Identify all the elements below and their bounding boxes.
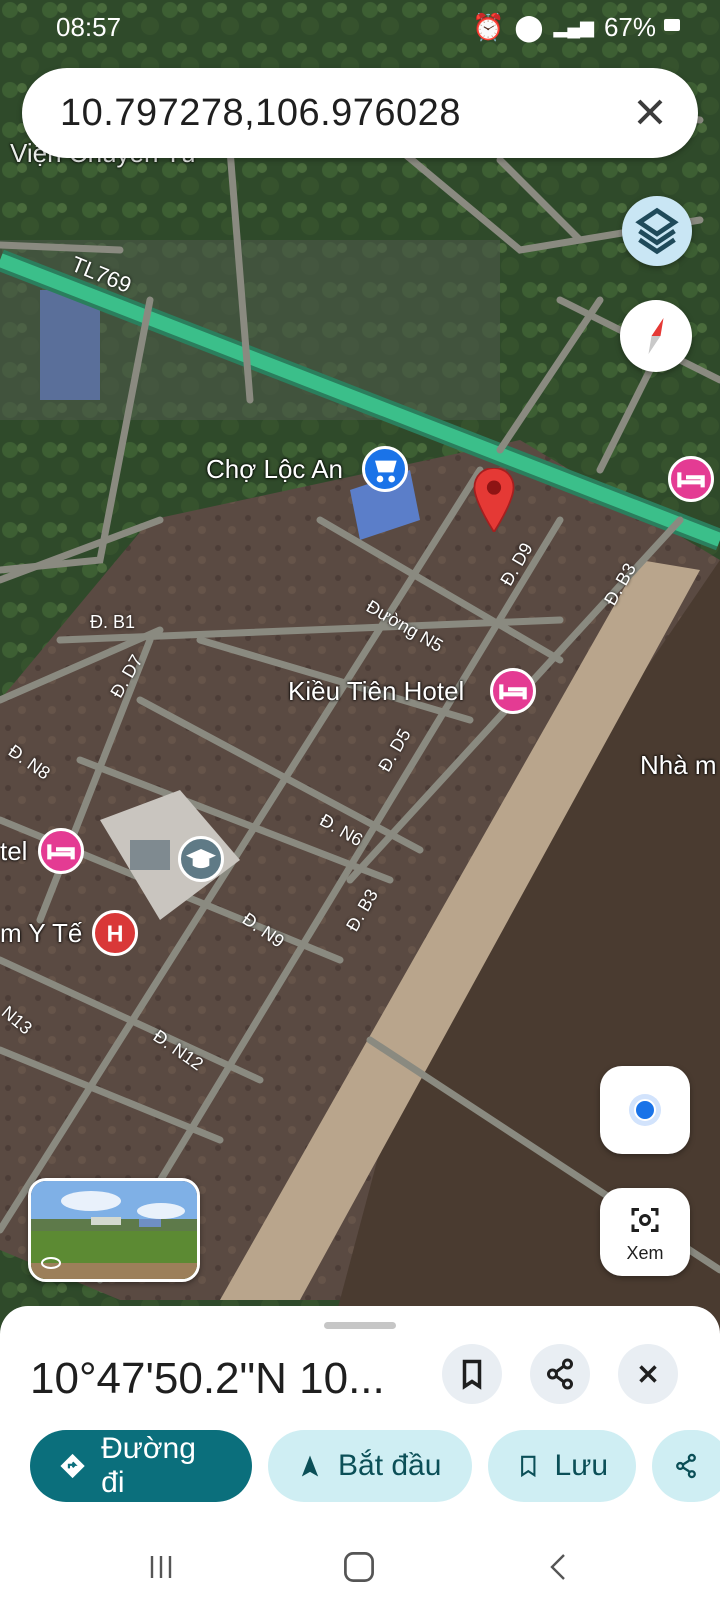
compass-button[interactable] [620,300,692,372]
street-view-thumbnail[interactable] [28,1178,200,1282]
place-label-health[interactable]: m Y Tế [0,918,82,949]
status-bar: 08:57 ⏰ ⬤ ▂▄▆ 67% [0,0,720,52]
start-button[interactable]: Bắt đầu [268,1430,472,1502]
lens-button[interactable]: Xem [600,1188,690,1276]
close-icon[interactable] [628,90,672,134]
share-icon-button[interactable] [530,1344,590,1404]
navigation-icon [301,1455,319,1477]
share-icon [547,1358,573,1390]
sheet-drag-handle[interactable] [324,1322,396,1329]
compass-icon [648,318,664,354]
place-label-hotel-west[interactable]: tel [0,836,27,867]
hospital-icon[interactable]: H [92,910,138,956]
system-navigation-bar [0,1536,720,1600]
save-button[interactable]: Lưu [488,1430,636,1502]
directions-icon [60,1453,85,1479]
lens-icon [631,1208,659,1232]
svg-text:H: H [107,920,124,946]
search-query[interactable]: 10.797278,106.976028 [60,92,461,135]
layers-icon [635,207,679,255]
bookmark-icon [462,1359,482,1390]
close-icon [639,1365,657,1383]
layers-button[interactable] [622,196,692,266]
place-label-market[interactable]: Chợ Lộc An [206,454,343,485]
bookmark-icon [521,1455,536,1478]
coordinates-title: 10°47'50.2"N 10... [30,1354,385,1403]
lens-label: Xem [626,1243,664,1263]
home-icon[interactable] [342,1550,376,1584]
my-location-icon [629,1094,661,1126]
shopping-cart-icon[interactable] [362,446,408,492]
location-status-icon: ⬤ [514,12,544,42]
close-sheet-button[interactable] [618,1344,678,1404]
location-pin-marker[interactable] [472,467,516,534]
save-label: Lưu [554,1449,608,1482]
hotel-icon[interactable] [490,668,536,714]
battery-text: 67% [603,12,656,42]
share-icon [676,1453,696,1479]
share-chip-button[interactable] [652,1430,720,1502]
hotel-icon[interactable] [38,828,84,874]
place-label-nha[interactable]: Nhà m [640,750,717,781]
place-label-kieu-tien-hotel[interactable]: Kiều Tiên Hotel [288,676,464,707]
status-time: 08:57 [56,12,122,42]
search-bar[interactable]: 10.797278,106.976028 [22,68,698,158]
place-details-sheet[interactable]: 10°47'50.2"N 10... Đường đi Bắt đầu Lưu [0,1306,720,1536]
back-icon[interactable] [544,1552,574,1582]
battery-icon [664,19,680,31]
school-icon[interactable] [178,836,224,882]
hotel-icon[interactable] [668,456,714,502]
recents-icon[interactable] [146,1552,176,1582]
my-location-button[interactable] [600,1066,690,1154]
alarm-icon: ⏰ [472,12,505,42]
directions-button[interactable]: Đường đi [30,1430,252,1502]
road-label-b1: Đ. B1 [90,612,136,632]
start-label: Bắt đầu [338,1449,442,1482]
action-chips: Đường đi Bắt đầu Lưu [30,1430,720,1502]
signal-icon: ▂▄▆ [553,17,594,37]
save-icon-button[interactable] [442,1344,502,1404]
directions-label: Đường đi [101,1432,196,1499]
